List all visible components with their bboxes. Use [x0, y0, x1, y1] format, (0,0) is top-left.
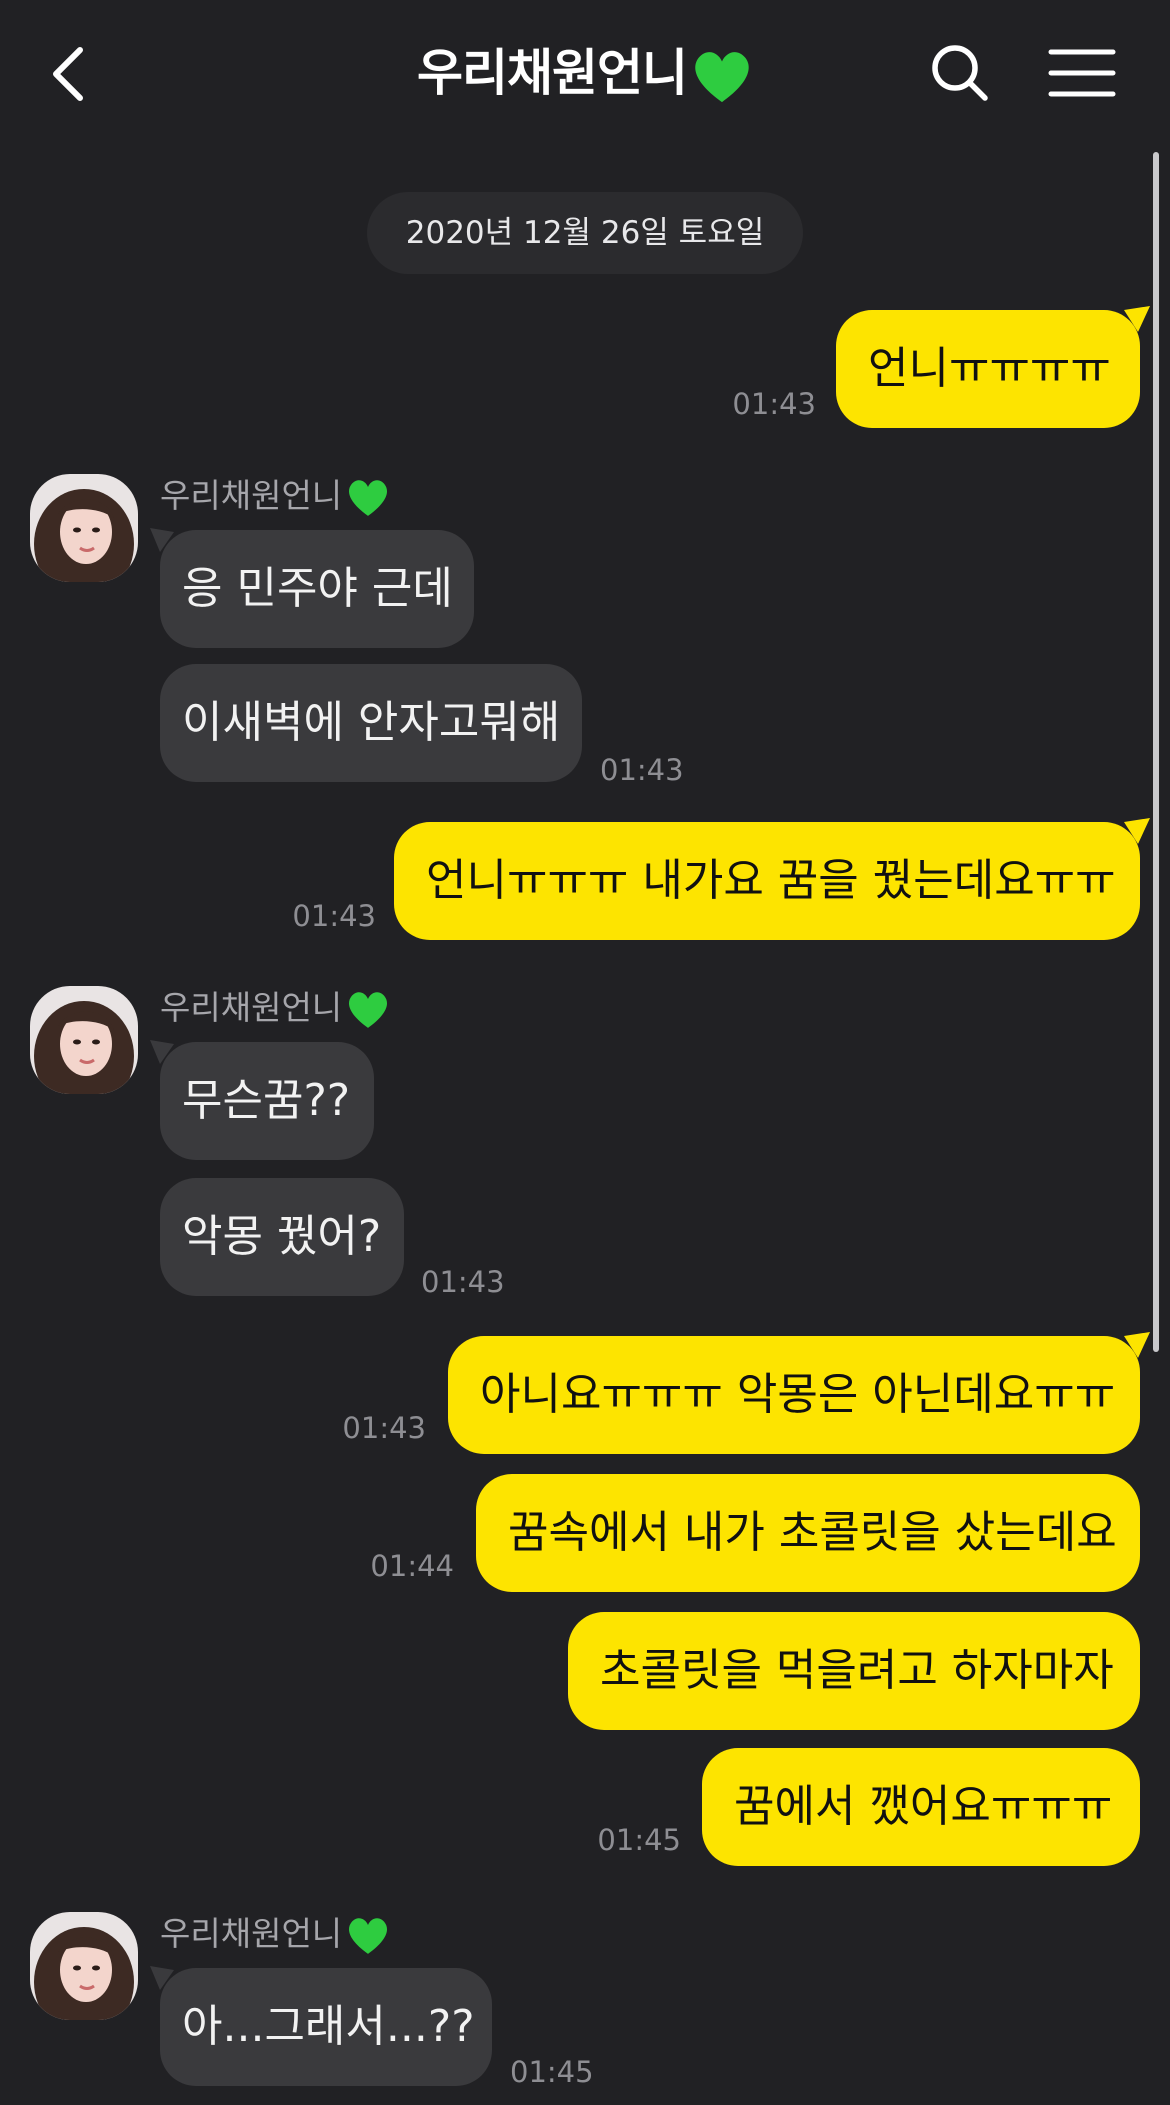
message-text: 아니요ㅠㅠㅠ 악몽은 아닌데요ㅠㅠ: [480, 1369, 1116, 1420]
message-time: 01:43: [342, 1411, 426, 1445]
bubble-tail: [1124, 818, 1150, 844]
contact-avatar[interactable]: [30, 474, 138, 582]
sender-name: 우리채원언니: [160, 986, 390, 1031]
their-message-bubble[interactable]: 무슨꿈??: [160, 1042, 374, 1160]
message-text: 이새벽에 안자고뭐해: [182, 697, 561, 748]
menu-button[interactable]: [1045, 38, 1125, 108]
message-text: 응 민주야 근데: [182, 563, 453, 614]
bubble-tail: [150, 1966, 174, 1990]
sender-name-text: 우리채원언니: [160, 1914, 343, 1953]
avatar-photo: [30, 986, 138, 1094]
green-heart-icon: [349, 1917, 388, 1954]
hamburger-menu-icon: [1048, 49, 1116, 97]
message-text: 아...그래서...??: [182, 2001, 475, 2052]
green-heart-icon: [349, 479, 388, 516]
search-icon: [932, 45, 988, 101]
my-message-bubble[interactable]: 초콜릿을 먹을려고 하자마자: [568, 1612, 1140, 1730]
contact-avatar[interactable]: [30, 1912, 138, 2020]
bubble-tail: [1124, 306, 1150, 332]
date-divider: 2020년 12월 26일 토요일: [367, 192, 803, 274]
message-text: 악몽 꿨어?: [182, 1211, 382, 1262]
chat-screen: 우리채원언니 2020년 12월 26일 토요일 01:43 언니ㅠㅠㅠㅠ 우리…: [0, 0, 1170, 2105]
their-message-bubble[interactable]: 악몽 꿨어?: [160, 1178, 404, 1296]
avatar-photo: [30, 1912, 138, 2020]
search-button[interactable]: [925, 38, 995, 108]
message-text: 꿈에서 깼어요ㅠㅠㅠ: [734, 1781, 1113, 1832]
scrollbar-thumb[interactable]: [1153, 152, 1159, 1352]
message-text: 언니ㅠㅠㅠ 내가요 꿈을 꿨는데요ㅠㅠ: [426, 855, 1116, 906]
message-time: 01:45: [597, 1823, 681, 1857]
bubble-tail: [150, 1040, 174, 1064]
sender-name: 우리채원언니: [160, 1912, 390, 1957]
message-text: 언니ㅠㅠㅠㅠ: [868, 343, 1111, 394]
chat-header: 우리채원언니: [0, 0, 1170, 150]
their-message-bubble[interactable]: 이새벽에 안자고뭐해: [160, 664, 582, 782]
their-message-bubble[interactable]: 아...그래서...??: [160, 1968, 492, 2086]
message-time: 01:43: [292, 899, 376, 933]
message-time: 01:44: [370, 1549, 454, 1583]
message-time: 01:43: [732, 387, 816, 421]
my-message-bubble[interactable]: 꿈에서 깼어요ㅠㅠㅠ: [702, 1748, 1140, 1866]
their-message-bubble[interactable]: 응 민주야 근데: [160, 530, 474, 648]
message-time: 01:45: [510, 2055, 594, 2089]
sender-name-text: 우리채원언니: [160, 988, 343, 1027]
my-message-bubble[interactable]: 언니ㅠㅠㅠㅠ: [836, 310, 1140, 428]
message-time: 01:43: [421, 1265, 505, 1299]
green-heart-icon: [695, 51, 749, 102]
contact-avatar[interactable]: [30, 986, 138, 1094]
sender-name: 우리채원언니: [160, 474, 390, 519]
message-time: 01:43: [600, 753, 684, 787]
bubble-tail: [150, 528, 174, 552]
avatar-photo: [30, 474, 138, 582]
my-message-bubble[interactable]: 아니요ㅠㅠㅠ 악몽은 아닌데요ㅠㅠ: [448, 1336, 1140, 1454]
message-text: 무슨꿈??: [182, 1075, 351, 1126]
chat-title-text: 우리채원언니: [417, 44, 688, 102]
my-message-bubble[interactable]: 언니ㅠㅠㅠ 내가요 꿈을 꿨는데요ㅠㅠ: [394, 822, 1140, 940]
green-heart-icon: [349, 991, 388, 1028]
sender-name-text: 우리채원언니: [160, 476, 343, 515]
my-message-bubble[interactable]: 꿈속에서 내가 초콜릿을 샀는데요: [476, 1474, 1140, 1592]
bubble-tail: [1124, 1332, 1150, 1358]
message-text: 꿈속에서 내가 초콜릿을 샀는데요: [508, 1507, 1117, 1558]
message-text: 초콜릿을 먹을려고 하자마자: [600, 1645, 1114, 1696]
